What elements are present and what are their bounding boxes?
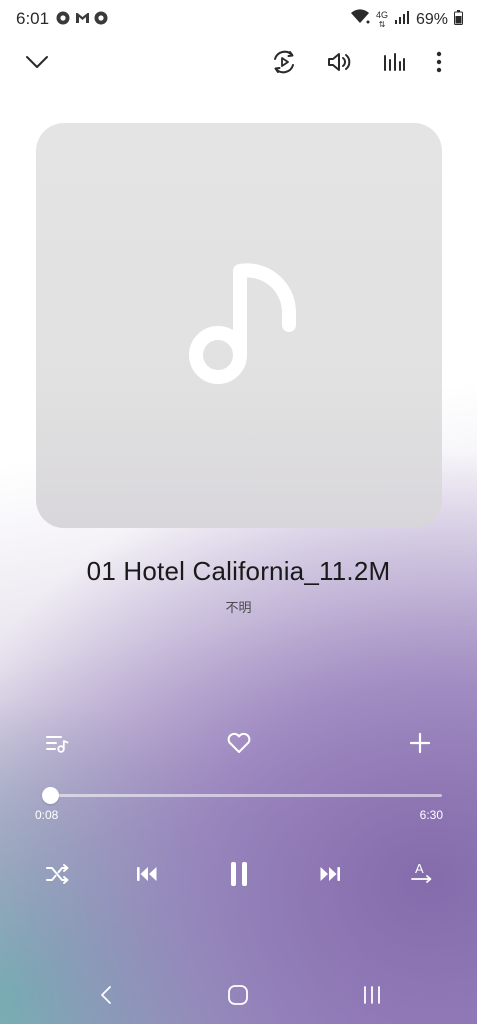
network-type: 4G ⇅: [375, 9, 388, 29]
music-note-icon: [186, 263, 306, 394]
artist-name: 不明: [225, 600, 252, 615]
add-icon[interactable]: [405, 729, 435, 757]
status-time: 6:01: [16, 9, 50, 28]
battery-icon: [454, 9, 463, 30]
seek-track[interactable]: [43, 794, 442, 797]
playlist-icon[interactable]: [43, 729, 71, 757]
signal-icon: [394, 10, 410, 29]
album-art: [36, 123, 442, 528]
collapse-chevron-icon[interactable]: [21, 46, 53, 78]
notification-icons: [56, 11, 108, 25]
network-label: 4G: [375, 9, 388, 20]
song-title: 01 Hotel California_11.2M: [86, 556, 391, 586]
chrome-icon: [56, 11, 70, 25]
back-icon[interactable]: [86, 975, 126, 1015]
seek-thumb[interactable]: [42, 787, 60, 804]
equalizer-icon[interactable]: [378, 46, 410, 78]
recents-icon[interactable]: [352, 975, 392, 1015]
previous-icon[interactable]: [132, 859, 162, 889]
current-time: 0:08: [35, 808, 59, 822]
data-arrows-icon: ⇅: [378, 19, 386, 29]
gmail-icon: [75, 11, 89, 25]
wifi-icon: [350, 9, 370, 30]
cast-icon[interactable]: [268, 46, 300, 78]
home-icon[interactable]: [218, 975, 258, 1015]
shuffle-icon[interactable]: [43, 859, 73, 889]
next-icon[interactable]: [315, 859, 345, 889]
svg-text:A: A: [415, 861, 424, 876]
status-bar: 6:01 4G ⇅ 69%: [0, 0, 477, 36]
battery-percent: 69%: [415, 10, 448, 28]
favorite-heart-icon[interactable]: [224, 729, 254, 757]
pause-icon[interactable]: [222, 855, 256, 893]
repeat-icon[interactable]: A: [406, 857, 438, 889]
total-time: 6:30: [419, 808, 443, 822]
chrome-icon: [94, 11, 108, 25]
status-right: 4G ⇅ 69%: [350, 9, 463, 30]
volume-icon[interactable]: [323, 46, 355, 78]
more-options-icon[interactable]: [423, 46, 455, 78]
